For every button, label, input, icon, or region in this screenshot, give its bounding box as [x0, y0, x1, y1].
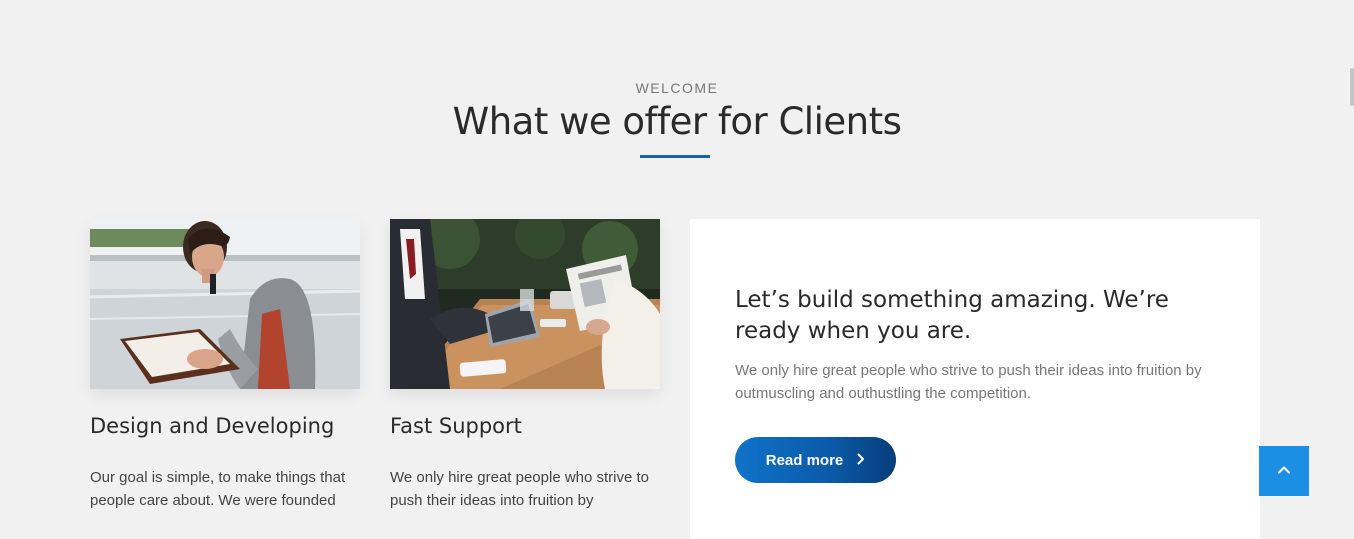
service-card-design: Design and Developing Our goal is simple…: [90, 219, 360, 509]
card-text: Our goal is simple, to make things that …: [90, 469, 346, 509]
section-eyebrow: WELCOME: [635, 80, 719, 96]
card-text: We only hire great people who strive to …: [390, 469, 650, 509]
promo-box: Let’s build something amazing. We’re rea…: [690, 219, 1260, 539]
woman-on-phone-photo: [90, 219, 360, 389]
read-more-label: Read more: [765, 451, 844, 469]
title-divider: [640, 155, 710, 158]
promo-title: Let’s build something amazing. We’re rea…: [735, 287, 1169, 344]
promo-text: We only hire great people who strive to …: [735, 362, 1202, 402]
read-more-button[interactable]: Read more: [735, 437, 896, 483]
card-title: Fast Support: [390, 414, 522, 438]
card-title: Design and Developing: [90, 414, 335, 438]
back-to-top-button[interactable]: [1259, 446, 1309, 496]
chevron-up-icon: [1277, 462, 1291, 480]
business-meeting-photo: [390, 219, 660, 389]
section-title: What we offer for Clients: [452, 100, 902, 143]
chevron-right-icon: [857, 452, 865, 468]
scrollbar-thumb[interactable]: [1350, 68, 1354, 106]
service-card-support: Fast Support We only hire great people w…: [390, 219, 660, 509]
